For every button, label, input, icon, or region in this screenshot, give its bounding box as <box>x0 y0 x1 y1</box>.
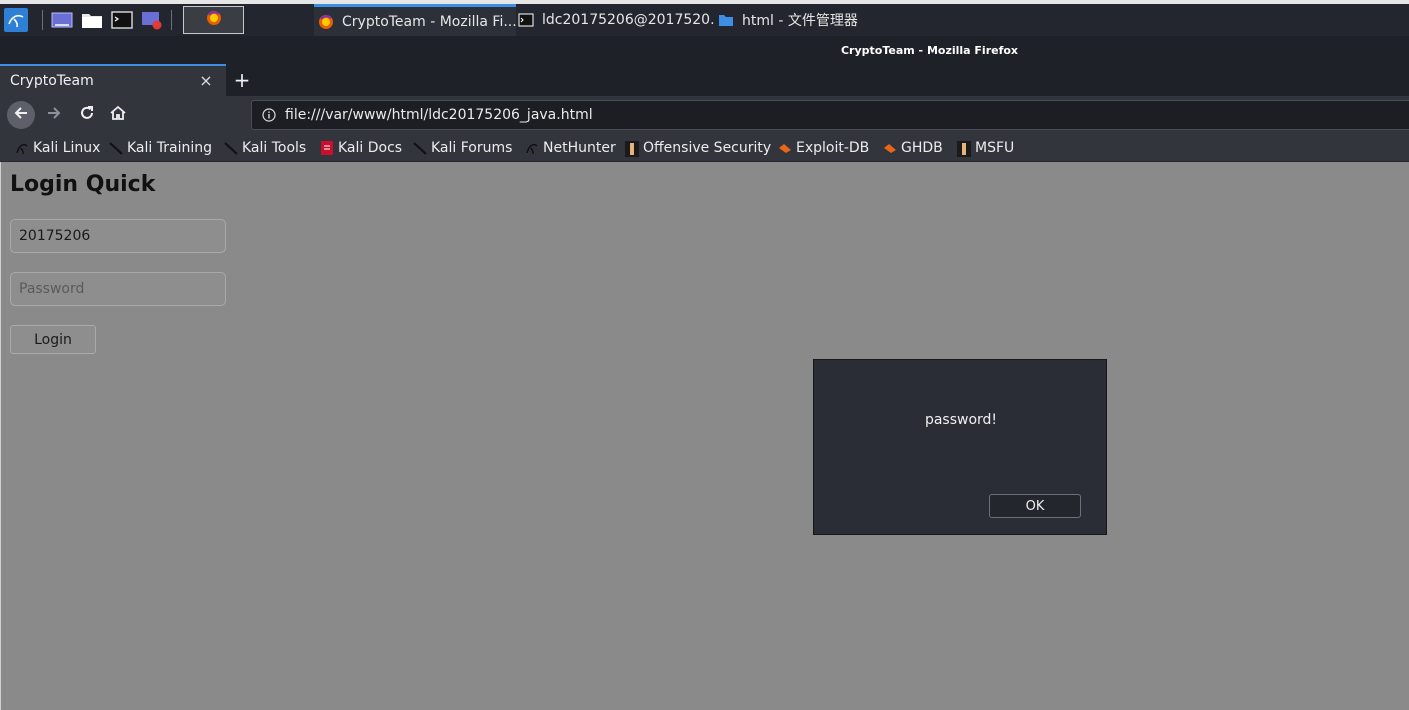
bookmark-label: Kali Tools <box>242 140 307 156</box>
firefox-icon <box>318 14 334 30</box>
exploit-db-icon <box>778 141 792 155</box>
workspace-firefox-button[interactable] <box>183 6 244 34</box>
window-title-bar: CryptoTeam - Mozilla Firefox <box>0 36 1409 64</box>
back-button[interactable] <box>7 101 35 129</box>
alert-dialog: password! OK <box>813 359 1107 535</box>
bookmark-kali-training[interactable]: Kali Training <box>109 138 212 158</box>
arrow-right-icon <box>45 104 63 126</box>
window-title: CryptoTeam - Mozilla Firefox <box>840 43 1019 57</box>
ok-button[interactable]: OK <box>989 494 1081 518</box>
password-input[interactable] <box>10 272 226 306</box>
reload-icon <box>78 104 96 126</box>
tab-strip: CryptoTeam × + <box>0 64 1409 96</box>
forward-button[interactable] <box>40 101 68 129</box>
offsec-icon <box>625 141 639 157</box>
kali-dragon-icon <box>525 141 539 155</box>
taskbar-window-terminal[interactable]: ldc20175206@2017520... <box>514 4 714 36</box>
bookmark-msfu[interactable]: MSFU <box>957 138 1014 158</box>
screen-recorder-icon[interactable] <box>141 10 163 30</box>
taskbar-window-firefox[interactable]: CryptoTeam - Mozilla Fi... <box>314 4 516 36</box>
page-content: Login Quick Login <box>0 162 1409 710</box>
navigation-toolbar: file:///var/www/html/ldc20175206_java.ht… <box>0 96 1409 134</box>
bookmark-kali-linux[interactable]: Kali Linux <box>15 138 100 158</box>
show-desktop-icon[interactable] <box>51 10 73 30</box>
bookmark-label: Exploit-DB <box>796 140 870 156</box>
kali-sword-icon <box>109 141 123 155</box>
taskbar-separator <box>171 10 172 30</box>
bookmark-label: MSFU <box>975 140 1015 156</box>
folder-icon <box>718 12 734 28</box>
bookmark-label: Offensive Security <box>643 140 772 156</box>
file-manager-icon[interactable] <box>81 10 103 30</box>
tab-close-icon[interactable]: × <box>198 71 214 91</box>
bookmark-exploit-db[interactable]: Exploit-DB <box>778 138 869 158</box>
kali-sword-icon <box>224 141 238 155</box>
bookmark-offensive-security[interactable]: Offensive Security <box>625 138 771 158</box>
bookmark-label: Kali Docs <box>338 140 403 156</box>
taskbar-window-label: html - 文件管理器 <box>742 13 858 29</box>
desktop: CryptoTeam - Mozilla Fi... ldc20175206@2… <box>0 0 1409 710</box>
bookmark-kali-docs[interactable]: Kali Docs <box>320 138 402 158</box>
bookmark-kali-tools[interactable]: Kali Tools <box>224 138 306 158</box>
taskbar-window-label: CryptoTeam - Mozilla Fi... <box>342 13 516 30</box>
home-icon <box>109 104 127 126</box>
arrow-left-icon <box>12 104 30 126</box>
url-bar[interactable]: file:///var/www/html/ldc20175206_java.ht… <box>251 100 1409 130</box>
kali-sword-icon <box>413 141 427 155</box>
bookmark-label: NetHunter <box>543 140 616 156</box>
login-button[interactable]: Login <box>10 325 96 354</box>
tab-cryptoteam[interactable]: CryptoTeam × <box>0 64 226 96</box>
username-input[interactable] <box>10 219 226 253</box>
bookmark-label: Kali Training <box>127 140 212 156</box>
bookmark-label: Kali Forums <box>431 140 513 156</box>
kali-menu-icon[interactable] <box>4 8 28 32</box>
taskbar-window-file-manager[interactable]: html - 文件管理器 <box>714 4 884 36</box>
reload-button[interactable] <box>73 101 101 129</box>
home-button[interactable] <box>104 101 132 129</box>
bookmark-nethunter[interactable]: NetHunter <box>525 138 616 158</box>
bookmark-ghdb[interactable]: GHDB <box>883 138 943 158</box>
tab-label: CryptoTeam <box>10 73 94 89</box>
new-tab-button[interactable]: + <box>232 68 252 92</box>
firefox-icon <box>206 10 222 30</box>
page-title: Login Quick <box>10 172 156 197</box>
url-text: file:///var/www/html/ldc20175206_java.ht… <box>285 107 593 123</box>
info-icon[interactable] <box>262 108 276 122</box>
taskbar: CryptoTeam - Mozilla Fi... ldc20175206@2… <box>0 0 1409 36</box>
taskbar-separator <box>42 10 43 30</box>
docs-icon <box>320 141 334 155</box>
kali-dragon-icon <box>15 141 29 155</box>
offsec-icon <box>957 141 971 157</box>
bookmark-label: Kali Linux <box>33 140 101 156</box>
bookmark-kali-forums[interactable]: Kali Forums <box>413 138 512 158</box>
terminal-icon[interactable] <box>111 10 133 30</box>
terminal-icon <box>518 12 534 28</box>
taskbar-window-label: ldc20175206@2017520... <box>542 12 714 28</box>
alert-message: password! <box>924 412 998 428</box>
bookmarks-toolbar: Kali Linux Kali Training Kali Tools Kali… <box>0 134 1409 162</box>
exploit-db-icon <box>883 141 897 155</box>
bookmark-label: GHDB <box>901 140 943 156</box>
